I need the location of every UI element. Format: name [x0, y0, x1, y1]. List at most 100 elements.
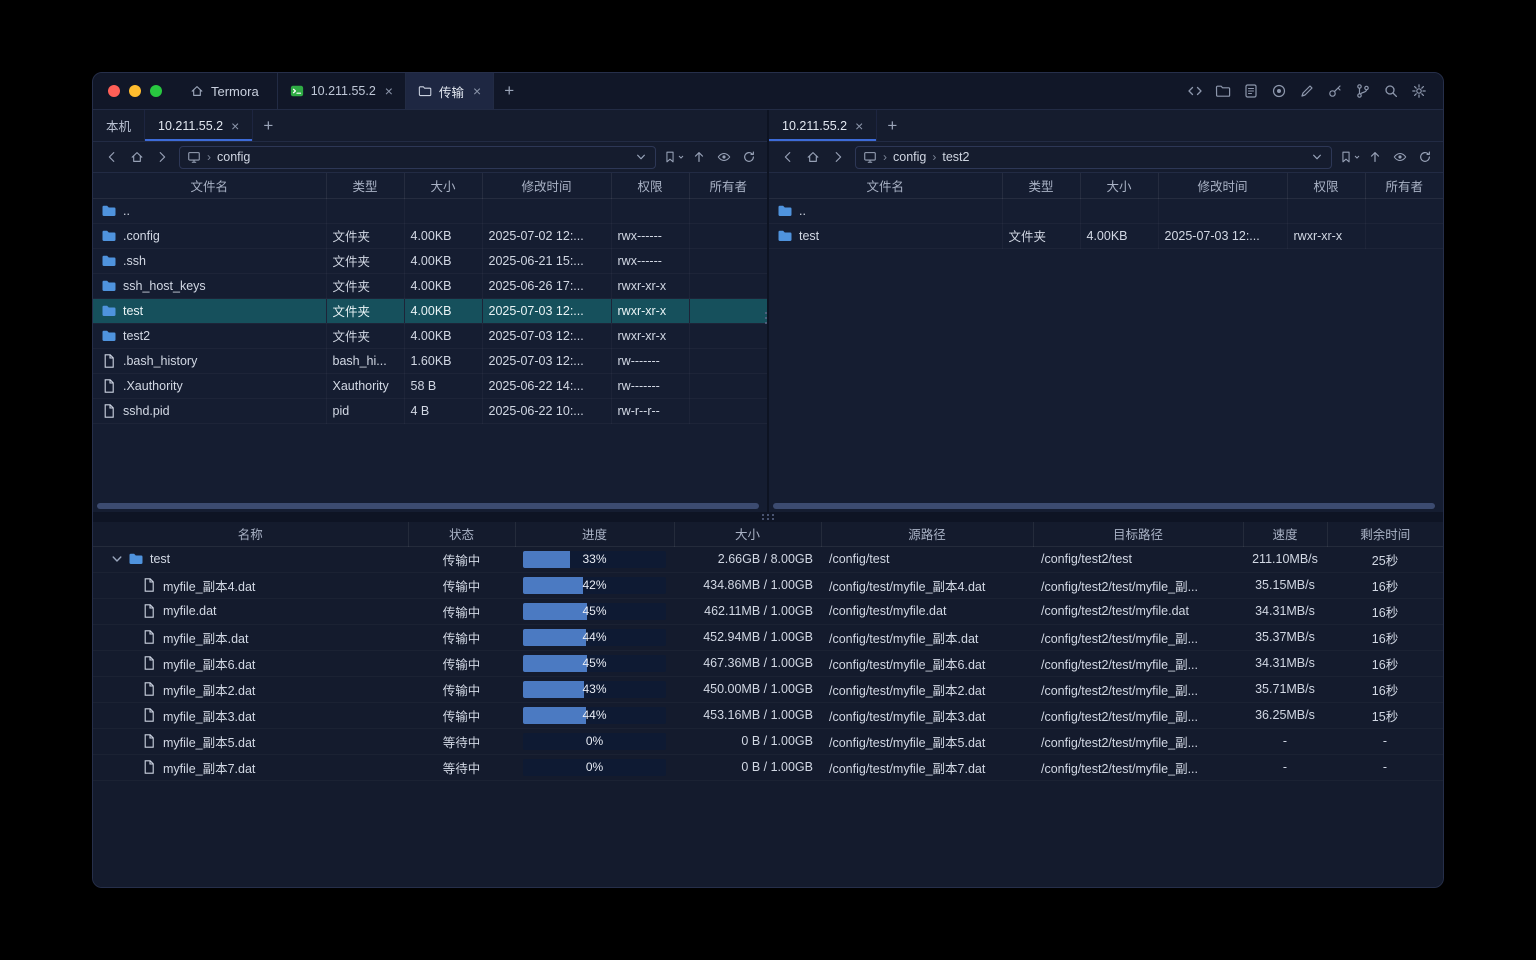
col-eta[interactable]: 剩余时间	[1327, 522, 1443, 546]
show-hidden-button[interactable]	[711, 145, 736, 169]
close-window-button[interactable]	[108, 85, 120, 97]
col-name[interactable]: 名称	[93, 522, 408, 546]
chevron-down-icon[interactable]	[1310, 150, 1324, 164]
code-button[interactable]	[1183, 79, 1207, 103]
file-row[interactable]: ssh_host_keys文件夹4.00KB2025-06-26 17:...r…	[93, 273, 767, 298]
file-row[interactable]: test文件夹4.00KB2025-07-03 12:...rwxr-xr-x	[93, 298, 767, 323]
right-horizontal-scrollbar[interactable]	[773, 503, 1435, 509]
col-target-path[interactable]: 目标路径	[1033, 522, 1243, 546]
breadcrumb-segment[interactable]: test2	[942, 150, 969, 164]
transfer-source-cell: /config/test/myfile_副本6.dat	[821, 650, 1033, 676]
col-filename[interactable]: 文件名	[769, 173, 1002, 198]
left-new-tab-button[interactable]: +	[253, 110, 283, 141]
file-type-cell: 文件夹	[326, 248, 404, 273]
home-button[interactable]	[800, 145, 825, 169]
folder-icon	[101, 303, 117, 319]
close-icon[interactable]: ×	[473, 84, 481, 98]
chevron-down-icon[interactable]	[634, 150, 648, 164]
transfer-row[interactable]: myfile_副本7.dat等待中0%0 B / 1.00GB/config/t…	[93, 754, 1443, 780]
new-titlebar-tab-button[interactable]: +	[494, 73, 524, 109]
col-source-path[interactable]: 源路径	[821, 522, 1033, 546]
file-row[interactable]: ..	[769, 198, 1443, 223]
key-button[interactable]	[1323, 79, 1347, 103]
chevron-down-icon[interactable]	[109, 551, 125, 567]
transfer-row[interactable]: myfile.dat传输中45%462.11MB / 1.00GB/config…	[93, 598, 1443, 624]
back-button[interactable]	[775, 145, 800, 169]
col-filename[interactable]: 文件名	[93, 173, 326, 198]
refresh-button[interactable]	[736, 145, 761, 169]
col-type[interactable]: 类型	[1002, 173, 1080, 198]
close-icon[interactable]: ×	[231, 119, 239, 133]
titlebar-tab-transfer[interactable]: 传输 ×	[406, 73, 494, 109]
bookmark-button[interactable]	[661, 145, 686, 169]
titlebar-tab-host[interactable]: 10.211.55.2 ×	[277, 73, 406, 109]
col-progress[interactable]: 进度	[515, 522, 674, 546]
upload-button[interactable]	[1362, 145, 1387, 169]
transfer-eta-cell: -	[1327, 754, 1443, 780]
forward-button[interactable]	[149, 145, 174, 169]
file-row[interactable]: .config文件夹4.00KB2025-07-02 12:...rwx----…	[93, 223, 767, 248]
col-type[interactable]: 类型	[326, 173, 404, 198]
col-owner[interactable]: 所有者	[1365, 173, 1443, 198]
col-size[interactable]: 大小	[404, 173, 482, 198]
file-row[interactable]: test文件夹4.00KB2025-07-03 12:...rwxr-xr-x	[769, 223, 1443, 248]
transfer-size-cell: 0 B / 1.00GB	[674, 728, 821, 754]
file-row[interactable]: .ssh文件夹4.00KB2025-06-21 15:...rwx------	[93, 248, 767, 273]
horizontal-splitter[interactable]	[93, 512, 1443, 522]
left-breadcrumb[interactable]: › config	[179, 146, 656, 169]
col-size[interactable]: 大小	[1080, 173, 1158, 198]
col-owner[interactable]: 所有者	[689, 173, 767, 198]
transfer-row[interactable]: myfile_副本2.dat传输中43%450.00MB / 1.00GB/co…	[93, 676, 1443, 702]
edit-button[interactable]	[1295, 79, 1319, 103]
search-button[interactable]	[1379, 79, 1403, 103]
col-perm[interactable]: 权限	[1287, 173, 1365, 198]
col-perm[interactable]: 权限	[611, 173, 689, 198]
transfer-row[interactable]: test传输中33%2.66GB / 8.00GB/config/test/co…	[93, 546, 1443, 572]
close-icon[interactable]: ×	[855, 119, 863, 133]
record-button[interactable]	[1267, 79, 1291, 103]
folder-icon	[777, 203, 793, 219]
file-row[interactable]: sshd.pidpid4 B2025-06-22 10:...rw-r--r--	[93, 398, 767, 423]
file-mtime-cell: 2025-06-22 14:...	[482, 373, 611, 398]
col-speed[interactable]: 速度	[1243, 522, 1327, 546]
transfer-progress-cell: 44%	[515, 624, 674, 650]
settings-button[interactable]	[1407, 79, 1431, 103]
show-hidden-button[interactable]	[1387, 145, 1412, 169]
refresh-button[interactable]	[1412, 145, 1437, 169]
upload-button[interactable]	[686, 145, 711, 169]
close-icon[interactable]: ×	[385, 84, 393, 98]
app-home-button[interactable]: Termora	[180, 73, 277, 109]
back-button[interactable]	[99, 145, 124, 169]
tab-local[interactable]: 本机	[93, 110, 145, 141]
breadcrumb-segment[interactable]: config	[217, 150, 250, 164]
breadcrumb-segment[interactable]: config	[893, 150, 926, 164]
tab-remote-host[interactable]: 10.211.55.2 ×	[769, 110, 877, 141]
transfer-row[interactable]: myfile_副本.dat传输中44%452.94MB / 1.00GB/con…	[93, 624, 1443, 650]
tab-remote-host[interactable]: 10.211.55.2 ×	[145, 110, 253, 141]
home-button[interactable]	[124, 145, 149, 169]
col-size[interactable]: 大小	[674, 522, 821, 546]
bookmark-button[interactable]	[1337, 145, 1362, 169]
right-new-tab-button[interactable]: +	[877, 110, 907, 141]
folder-button[interactable]	[1211, 79, 1235, 103]
minimize-window-button[interactable]	[129, 85, 141, 97]
forward-button[interactable]	[825, 145, 850, 169]
arrow-up-icon	[692, 150, 706, 164]
file-row[interactable]: ..	[93, 198, 767, 223]
file-row[interactable]: .XauthorityXauthority58 B2025-06-22 14:.…	[93, 373, 767, 398]
transfer-row[interactable]: myfile_副本6.dat传输中45%467.36MB / 1.00GB/co…	[93, 650, 1443, 676]
col-mtime[interactable]: 修改时间	[482, 173, 611, 198]
log-button[interactable]	[1239, 79, 1263, 103]
transfer-row[interactable]: myfile_副本4.dat传输中42%434.86MB / 1.00GB/co…	[93, 572, 1443, 598]
branch-button[interactable]	[1351, 79, 1375, 103]
transfer-row[interactable]: myfile_副本5.dat等待中0%0 B / 1.00GB/config/t…	[93, 728, 1443, 754]
file-perm-cell	[611, 198, 689, 223]
right-breadcrumb[interactable]: › config › test2	[855, 146, 1332, 169]
file-row[interactable]: test2文件夹4.00KB2025-07-03 12:...rwxr-xr-x	[93, 323, 767, 348]
left-horizontal-scrollbar[interactable]	[97, 503, 759, 509]
col-mtime[interactable]: 修改时间	[1158, 173, 1287, 198]
file-row[interactable]: .bash_historybash_hi...1.60KB2025-07-03 …	[93, 348, 767, 373]
transfer-row[interactable]: myfile_副本3.dat传输中44%453.16MB / 1.00GB/co…	[93, 702, 1443, 728]
col-status[interactable]: 状态	[408, 522, 515, 546]
zoom-window-button[interactable]	[150, 85, 162, 97]
